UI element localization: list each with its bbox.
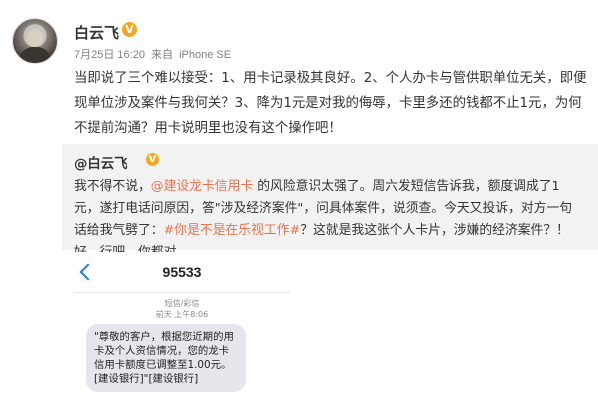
repost-text-part1: 我不得不说， <box>74 179 151 194</box>
topic-hashtag-link[interactable]: #你是不是在乐视工作# <box>164 223 301 238</box>
avatar-face <box>27 29 43 47</box>
post-date[interactable]: 7月25日 16:20 <box>74 49 145 61</box>
post-author-name[interactable]: 白云飞 <box>74 22 119 43</box>
repost-verified-badge-icon: V <box>146 153 159 166</box>
post-source-prefix: 来自 <box>151 49 173 61</box>
sms-sender: 95533 <box>162 264 202 280</box>
mention-bank-link[interactable]: @建设龙卡信用卡 <box>151 179 253 194</box>
repost-box: @白云飞 V 我不得不说，@建设龙卡信用卡 的风险意识太强了。周六发短信告诉我，… <box>62 144 598 260</box>
sms-screenshot: 95533 短信/彩信 前天 上午8:06 "尊敬的客户，根据您近期的用卡及个人… <box>74 252 290 402</box>
repost-author-name[interactable]: @白云飞 <box>74 152 128 172</box>
post-meta: 7月25日 16:20 来自 iPhone SE <box>74 46 234 62</box>
avatar-body <box>19 47 51 63</box>
header-divider <box>74 292 290 293</box>
sms-message-type: 短信/彩信 <box>164 299 200 308</box>
post-source[interactable]: iPhone SE <box>179 49 231 61</box>
avatar[interactable] <box>12 18 58 64</box>
sms-timestamp: 前天 上午8:06 <box>155 310 209 319</box>
repost-text: 我不得不说，@建设龙卡信用卡 的风险意识太强了。周六发短信告诉我，额度调成了1元… <box>74 176 584 264</box>
sms-message-bubble: "尊敬的客户，根据您近期的用卡及个人资信情况，您的龙卡信用卡额度已调整至1.00… <box>86 324 246 392</box>
post-text: 当即说了三个难以接受：1、用卡记录极其良好。2、个人办卡与管供职单位无关，即便现… <box>74 71 587 136</box>
verified-badge-icon: V <box>122 22 137 37</box>
